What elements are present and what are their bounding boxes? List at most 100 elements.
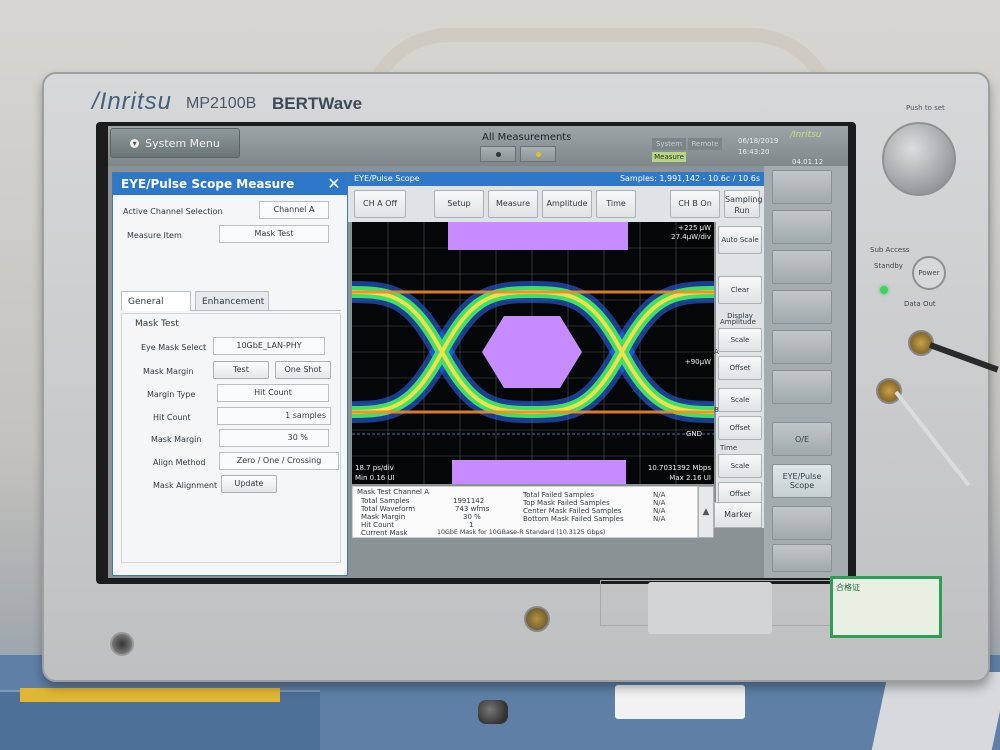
run-all-button[interactable] [520, 146, 556, 162]
amplitude-button[interactable]: Amplitude [542, 190, 592, 218]
standby-label: Standby [874, 262, 903, 270]
measure-dialog: EYE/Pulse Scope Measure ✕ Active Channel… [112, 172, 348, 576]
version-text: 04.01.12 [792, 158, 824, 166]
result-label: Total Failed Samples [523, 491, 595, 499]
hit-count-label: Hit Count [153, 413, 191, 422]
power-button[interactable]: Power [912, 256, 946, 290]
softkey-3[interactable] [772, 250, 832, 284]
result-value: N/A [653, 499, 666, 507]
eye-mask-select-label: Eye Mask Select [141, 343, 207, 352]
dialog-title: EYE/Pulse Scope Measure [113, 173, 347, 195]
amplitude-per-div-readout: 27.4µW/div [671, 233, 711, 241]
auto-scale-button[interactable]: Auto Scale [718, 226, 762, 254]
active-channel-select[interactable]: Channel A [259, 201, 329, 219]
result-label: Center Mask Failed Samples [523, 507, 622, 515]
scope-header: EYE/Pulse Scope Samples: 1,991,142 - 10.… [348, 172, 764, 186]
amplitude-scale-a-button[interactable]: Scale [718, 328, 762, 352]
close-icon[interactable]: ✕ [325, 175, 343, 193]
mask-test-section-title: Mask Test [135, 319, 179, 329]
amplitude-top-readout: +225 µW [678, 224, 711, 232]
ch-b-toggle-button[interactable]: CH B On [670, 190, 720, 218]
rotary-knob[interactable] [882, 122, 956, 196]
softkey-10[interactable] [772, 544, 832, 572]
margin-type-select[interactable]: Hit Count [217, 384, 329, 402]
serial-sticker [648, 582, 772, 634]
tab-enhancement[interactable]: Enhancement [195, 291, 269, 311]
mask-margin-test-button[interactable]: Test [213, 361, 269, 379]
result-label: Mask Margin [361, 513, 406, 521]
amplitude-offset-b-button[interactable]: Offset [718, 416, 762, 440]
amplitude-offset-a-button[interactable]: Offset [718, 356, 762, 380]
softkey-4[interactable] [772, 290, 832, 324]
time-per-div-readout: 18.7 ps/div [355, 464, 394, 472]
softkey-oe[interactable]: O/E [772, 422, 832, 456]
results-scroll-button[interactable]: ▲ [698, 486, 714, 538]
result-label: Bottom Mask Failed Samples [523, 515, 624, 523]
bottom-mask-region [452, 460, 626, 484]
result-value: N/A [653, 491, 666, 499]
center-mask-region [482, 316, 582, 388]
amplitude-scale-b-button[interactable]: Scale [718, 388, 762, 412]
time-scale-button[interactable]: Scale [718, 454, 762, 478]
loose-connector [478, 700, 508, 724]
remote-status-tab: Remote [688, 138, 722, 150]
date-text: 06/18/2019 [738, 137, 779, 145]
mask-margin-one-shot-button[interactable]: One Shot [275, 361, 331, 379]
system-menu-button[interactable]: ▾ System Menu [110, 128, 240, 158]
dialog-tab-row: General Enhancement [121, 291, 341, 311]
front-electrical-port[interactable] [524, 606, 550, 632]
margin-type-label: Margin Type [147, 390, 196, 399]
all-measurements-label: All Measurements [482, 132, 572, 143]
ground-terminal [110, 632, 134, 656]
scope-side-panel: Auto Scale Clear Display Amplitude Scale… [716, 222, 764, 528]
time-button[interactable]: Time [596, 190, 636, 218]
mask-test-results-panel: Mask Test Channel A Total Samples 199114… [352, 486, 698, 538]
date-time: 06/18/2019 16:43:20 [738, 136, 778, 158]
menu-icon: ▾ [130, 138, 140, 148]
reference-level-label: +90µW [684, 358, 711, 366]
stop-all-button[interactable] [480, 146, 516, 162]
paper-label [615, 685, 745, 719]
ch-a-toggle-button[interactable]: CH A Off [354, 190, 406, 218]
softkey-column: O/E EYE/Pulse Scope [764, 166, 848, 578]
hit-count-input[interactable]: 1 samples [217, 407, 331, 425]
softkey-5[interactable] [772, 330, 832, 364]
system-status-tab: System [652, 138, 686, 150]
result-value: 1991142 [453, 497, 485, 505]
sampling-run-button[interactable]: Sampling Run [724, 190, 762, 218]
setup-button[interactable]: Setup [434, 190, 484, 218]
paper-sheet [871, 672, 1000, 750]
amplitude-section-label: Amplitude [720, 318, 756, 326]
softkey-6[interactable] [772, 370, 832, 404]
min-ui-readout: Min 0.16 UI [355, 474, 395, 482]
top-bar: ▾ System Menu All Measurements System Re… [108, 126, 848, 166]
eye-mask-select[interactable]: 10GbE_LAN-PHY [213, 337, 325, 355]
marker-button[interactable]: Marker [714, 502, 762, 528]
clear-display-button[interactable]: Clear Display [718, 276, 762, 320]
scope-title: EYE/Pulse Scope [354, 174, 420, 183]
align-method-label: Align Method [153, 458, 206, 467]
measure-button[interactable]: Measure [488, 190, 538, 218]
softkey-1[interactable] [772, 170, 832, 204]
mask-alignment-update-button[interactable]: Update [221, 475, 277, 493]
mask-margin-percent-input[interactable]: 30 % [219, 429, 329, 447]
data-out-label: Data Out [904, 300, 936, 308]
brand-logo-small: /Inritsu [790, 130, 822, 140]
tab-general[interactable]: General [121, 291, 191, 311]
bit-rate-readout: 10.7031392 Mbps [647, 464, 711, 472]
result-label: Current Mask [361, 529, 408, 537]
desk-yellow-strip [20, 688, 280, 702]
softkey-eye-pulse-scope[interactable]: EYE/Pulse Scope [772, 464, 832, 498]
top-mask-region [448, 222, 628, 250]
softkey-9[interactable] [772, 506, 832, 540]
align-method-select[interactable]: Zero / One / Crossing [219, 452, 339, 470]
active-channel-label: Active Channel Selection [123, 207, 223, 216]
mask-margin-percent-label: Mask Margin [151, 435, 202, 444]
mask-alignment-label: Mask Alignment [153, 481, 218, 490]
calibration-sticker: 合格证 [830, 576, 942, 638]
eye-diagram-plot: +225 µW 27.4µW/div +90µW GND 18.7 ps/div… [352, 222, 714, 484]
softkey-2[interactable] [772, 210, 832, 244]
measure-item-select[interactable]: Mask Test [219, 225, 329, 243]
product-name: BERTWave [272, 94, 363, 113]
eye-diagram-svg [352, 222, 714, 484]
